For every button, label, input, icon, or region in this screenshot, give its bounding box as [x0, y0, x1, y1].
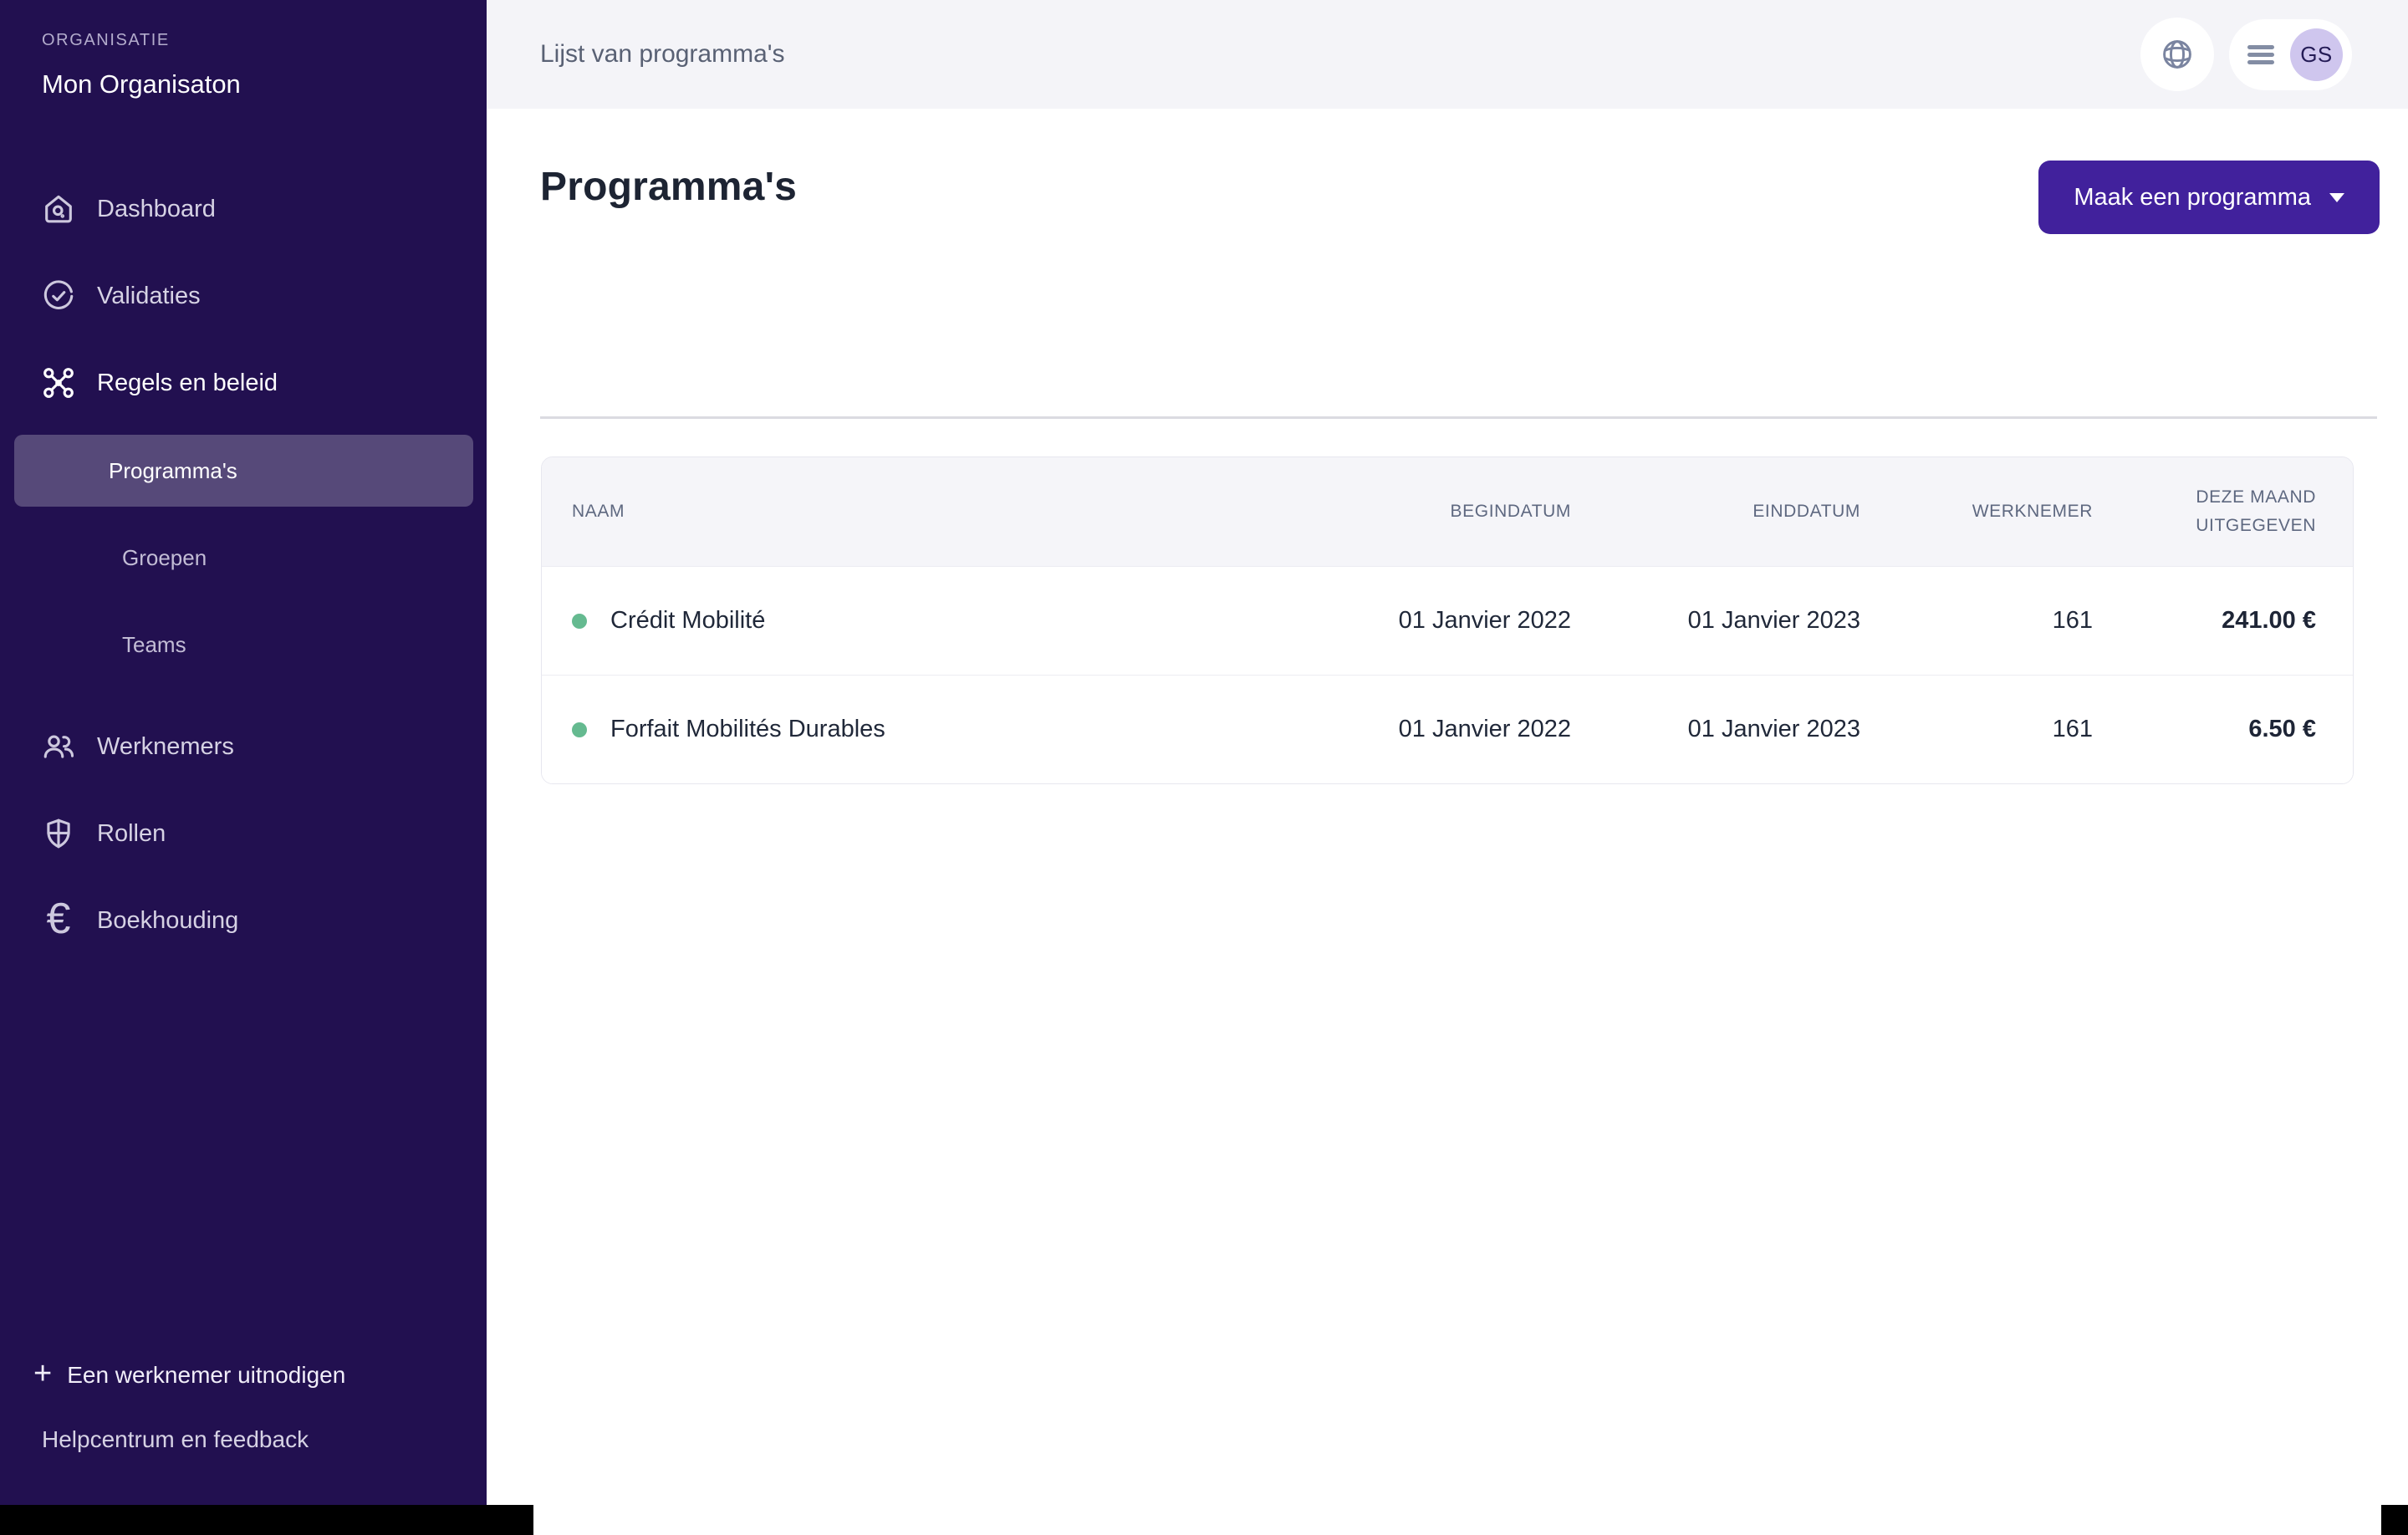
- column-header-uitgegeven: DEZE MAAND UITGEGEVEN: [2093, 483, 2353, 539]
- sidebar-item-werknemers[interactable]: Werknemers: [0, 703, 487, 790]
- language-button[interactable]: [2140, 18, 2214, 91]
- sidebar-item-rollen[interactable]: Rollen: [0, 790, 487, 877]
- help-center-link[interactable]: Helpcentrum en feedback: [42, 1426, 309, 1453]
- einddatum-cell: 01 Janvier 2023: [1571, 607, 1860, 635]
- user-menu-button[interactable]: GS: [2229, 19, 2352, 90]
- topbar: Lijst van programma's GS: [487, 0, 2408, 109]
- organization-name: Mon Organisaton: [42, 69, 241, 99]
- sidebar-item-label: Werknemers: [97, 733, 234, 761]
- sidebar-item-regels-en-beleid[interactable]: Regels en beleid: [0, 339, 487, 426]
- organization-label: ORGANISATIE: [42, 32, 241, 48]
- column-header-begindatum: BEGINDATUM: [1253, 497, 1571, 526]
- sidebar-item-label: Rollen: [97, 820, 166, 848]
- table-row[interactable]: Forfait Mobilités Durables 01 Janvier 20…: [542, 675, 2353, 783]
- globe-icon: [2159, 36, 2196, 73]
- sidebar-subitem-label: Teams: [122, 632, 186, 658]
- sidebar-item-label: Boekhouding: [97, 907, 238, 935]
- people-icon: [39, 727, 78, 766]
- begindatum-cell: 01 Janvier 2022: [1253, 716, 1571, 743]
- bottom-black-bar-right: [2381, 1505, 2408, 1535]
- column-header-einddatum: EINDDATUM: [1571, 497, 1860, 526]
- section-divider: [540, 416, 2377, 419]
- invite-employee-label: Een werknemer uitnodigen: [67, 1362, 345, 1389]
- sidebar-item-groepen[interactable]: Groepen: [0, 514, 487, 601]
- sidebar-item-label: Validaties: [97, 283, 201, 310]
- sidebar-nav: Dashboard Validaties: [0, 166, 487, 964]
- sidebar-item-boekhouding[interactable]: € Boekhouding: [0, 877, 487, 964]
- begindatum-cell: 01 Janvier 2022: [1253, 607, 1571, 635]
- sidebar-item-dashboard[interactable]: Dashboard: [0, 166, 487, 252]
- menu-icon: [2247, 45, 2274, 64]
- status-dot-icon: [572, 722, 587, 737]
- create-program-label: Maak een programma: [2074, 184, 2311, 212]
- organization-block: ORGANISATIE Mon Organisaton: [42, 32, 241, 99]
- help-center-label: Helpcentrum en feedback: [42, 1426, 309, 1452]
- main-content: Programma's Maak een programma NAAM BEGI…: [487, 109, 2408, 1535]
- network-icon: [39, 364, 78, 402]
- bottom-black-bar-left: [0, 1505, 533, 1535]
- sidebar: ORGANISATIE Mon Organisaton Dashboard: [0, 0, 487, 1505]
- table-row[interactable]: Crédit Mobilité 01 Janvier 2022 01 Janvi…: [542, 566, 2353, 675]
- einddatum-cell: 01 Janvier 2023: [1571, 716, 1860, 743]
- status-dot-icon: [572, 614, 587, 629]
- sidebar-item-teams[interactable]: Teams: [0, 601, 487, 688]
- create-program-button[interactable]: Maak een programma: [2038, 161, 2380, 234]
- avatar: GS: [2290, 28, 2343, 81]
- werknemer-cell: 161: [1860, 716, 2093, 743]
- sidebar-subitem-label: Groepen: [122, 545, 207, 571]
- column-header-werknemer: WERKNEMER: [1860, 497, 2093, 526]
- plus-icon: +: [33, 1358, 52, 1390]
- program-name-cell: Crédit Mobilité: [542, 607, 1253, 635]
- shield-icon: [39, 814, 78, 853]
- app-root: ORGANISATIE Mon Organisaton Dashboard: [0, 0, 2408, 1535]
- programs-table: NAAM BEGINDATUM EINDDATUM WERKNEMER DEZE…: [541, 456, 2354, 784]
- page-title: Programma's: [540, 164, 797, 210]
- sidebar-item-validaties[interactable]: Validaties: [0, 252, 487, 339]
- home-icon: [39, 190, 78, 228]
- check-circle-icon: [39, 277, 78, 315]
- sidebar-item-label: Dashboard: [97, 196, 216, 223]
- uitgegeven-cell: 241.00 €: [2093, 607, 2353, 635]
- program-name: Crédit Mobilité: [610, 607, 765, 635]
- sidebar-subitem-label: Programma's: [109, 458, 237, 484]
- topbar-title: Lijst van programma's: [540, 40, 785, 69]
- avatar-initials: GS: [2300, 42, 2333, 68]
- invite-employee-button[interactable]: + Een werknemer uitnodigen: [33, 1359, 345, 1391]
- euro-icon: €: [39, 901, 78, 940]
- uitgegeven-cell: 6.50 €: [2093, 716, 2353, 743]
- column-header-naam: NAAM: [542, 497, 1253, 526]
- chevron-down-icon: [2329, 193, 2344, 202]
- sidebar-item-programmas[interactable]: Programma's: [14, 435, 473, 507]
- program-name: Forfait Mobilités Durables: [610, 716, 885, 743]
- werknemer-cell: 161: [1860, 607, 2093, 635]
- table-header-row: NAAM BEGINDATUM EINDDATUM WERKNEMER DEZE…: [542, 457, 2353, 566]
- sidebar-item-label: Regels en beleid: [97, 370, 278, 397]
- program-name-cell: Forfait Mobilités Durables: [542, 716, 1253, 743]
